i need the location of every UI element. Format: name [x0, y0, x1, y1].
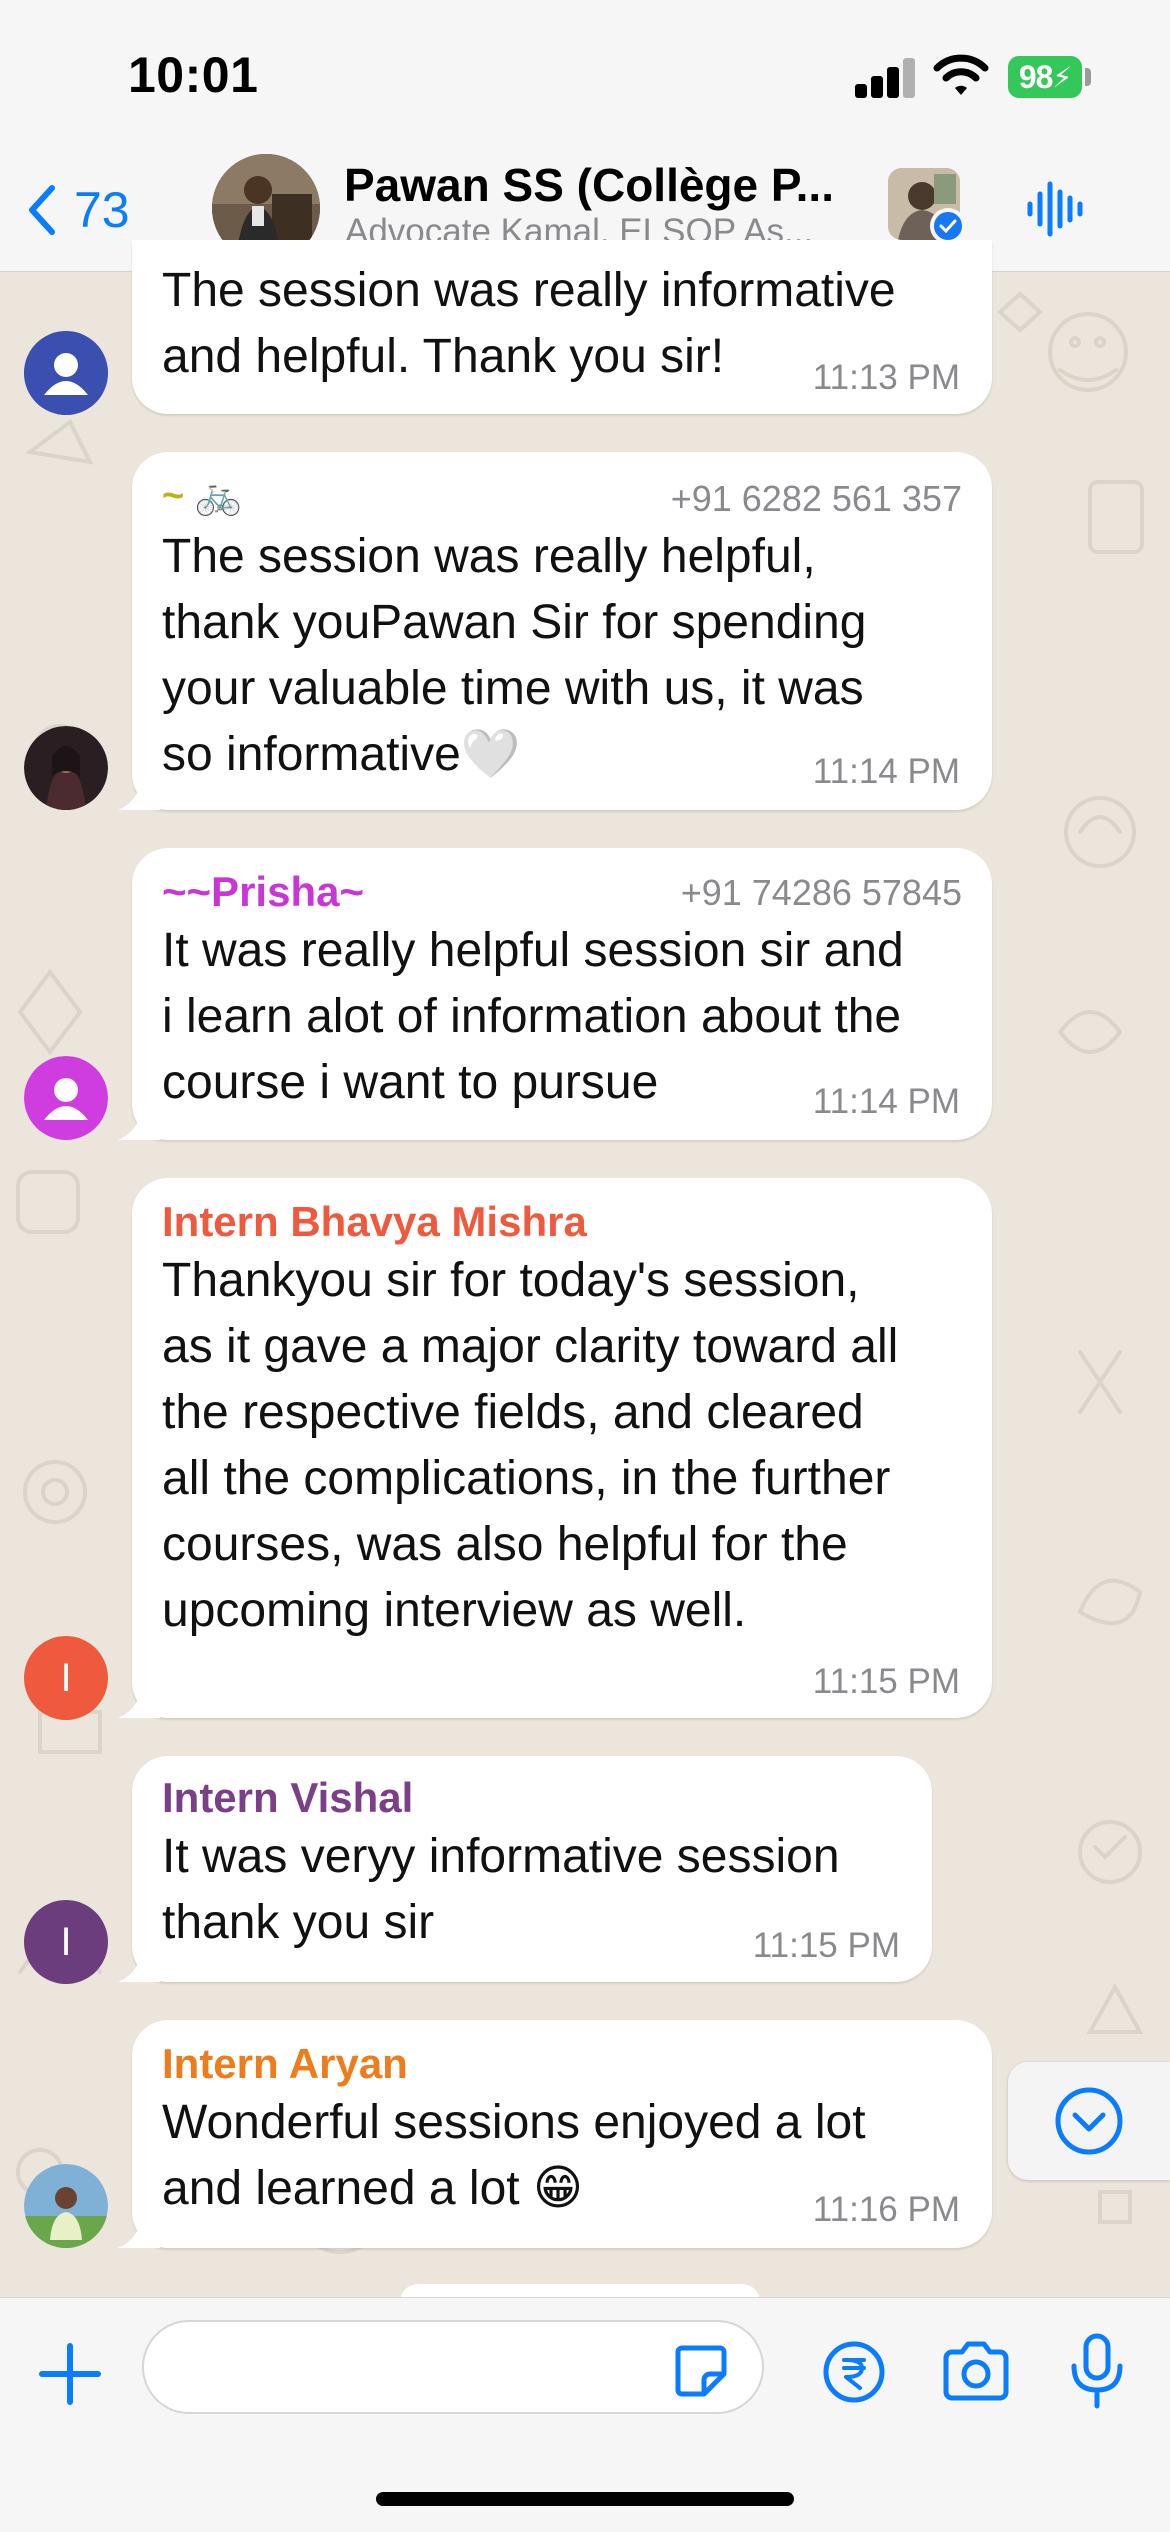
bubble-tail: [118, 1942, 160, 1982]
message-sender[interactable]: ~~Prisha~: [162, 868, 364, 916]
chevron-down-circle-icon: [1055, 2087, 1123, 2155]
unread-count: 73: [74, 182, 130, 238]
sticker-icon[interactable]: [672, 2342, 730, 2400]
cellular-signal-icon: [855, 58, 917, 98]
message-phone: +91 74286 57845: [680, 872, 962, 913]
message-time: 11:14 PM: [812, 752, 960, 791]
message-bubble[interactable]: ~ 🚲 +91 6282 561 357 The session was rea…: [118, 452, 992, 810]
message-bubble[interactable]: The session was really informative and h…: [132, 240, 992, 414]
avatar-initial: I: [60, 1919, 72, 1964]
message-time: 11:15 PM: [752, 1926, 900, 1965]
avatar[interactable]: [24, 1056, 108, 1140]
message-sender[interactable]: Intern Aryan: [162, 2040, 408, 2088]
message-text: Wonderful sessions enjoyed a lot and lea…: [162, 2096, 866, 2215]
avatar[interactable]: I: [24, 1636, 108, 1720]
message-bubble[interactable]: Intern Vishal It was veryy informative s…: [118, 1756, 932, 1982]
message-time: 11:16 PM: [812, 2190, 960, 2229]
battery-cap: [1085, 68, 1091, 86]
message-sender[interactable]: Intern Vishal: [162, 1774, 413, 1822]
avatar[interactable]: [24, 2164, 108, 2248]
microphone-icon[interactable]: [1068, 2332, 1126, 2412]
bubble-tail: [118, 1100, 160, 1140]
charging-icon: ⚡: [1052, 61, 1072, 93]
camera-icon[interactable]: [940, 2340, 1012, 2404]
bubble-tail: [118, 770, 160, 810]
bubble-tail: [118, 2208, 160, 2248]
home-indicator[interactable]: [376, 2492, 794, 2506]
chevron-left-icon: [29, 185, 55, 235]
chat-title[interactable]: Pawan SS (Collège P...: [344, 158, 864, 212]
message-bubble[interactable]: Intern Aryan Wonderful sessions enjoyed …: [118, 2020, 992, 2248]
message-bubble[interactable]: ~~Prisha~ +91 74286 57845 It was really …: [118, 848, 992, 1140]
plus-icon[interactable]: [36, 2340, 104, 2408]
message-time: 11:13 PM: [812, 358, 960, 397]
message-text: The session was really informative and h…: [162, 264, 896, 383]
payment-rupee-icon[interactable]: [822, 2340, 886, 2404]
message-sender[interactable]: Intern Bhavya Mishra: [162, 1198, 587, 1246]
verified-badge-icon: [930, 208, 966, 244]
message-text: It was really helpful session sir and i …: [162, 924, 904, 1109]
status-bar: 10:01 98 ⚡: [0, 0, 1170, 150]
bubble-tail: [118, 1678, 160, 1718]
avatar-initial: I: [60, 1655, 72, 1700]
message-time: 11:14 PM: [812, 1082, 960, 1121]
message-phone: +91 6282 561 357: [670, 478, 962, 519]
message-bubble[interactable]: Intern Bhavya Mishra Thankyou sir for to…: [118, 1178, 992, 1718]
battery-level: 98: [1018, 58, 1054, 95]
status-time: 10:01: [128, 47, 259, 103]
wifi-icon: [933, 54, 989, 95]
back-button[interactable]: 73: [22, 180, 130, 240]
message-input[interactable]: [142, 2320, 764, 2414]
avatar[interactable]: [24, 726, 108, 810]
message-time: 11:15 PM: [812, 1662, 960, 1701]
battery-indicator: 98 ⚡: [1008, 56, 1082, 98]
message-text: Thankyou sir for today's session, as it …: [162, 1254, 899, 1637]
avatar[interactable]: I: [24, 1900, 108, 1984]
message-sender[interactable]: ~ 🚲: [162, 474, 242, 518]
avatar[interactable]: [24, 331, 108, 415]
message-text: It was veryy informative session thank y…: [162, 1830, 840, 1949]
scroll-to-bottom-button[interactable]: [1008, 2062, 1170, 2180]
voice-chat-icon[interactable]: [1024, 176, 1088, 242]
chat-screen: 10:01 98 ⚡ 73 Pawan SS (Collège P... Adv…: [0, 0, 1170, 2532]
message-text: The session was really helpful, thank yo…: [162, 530, 867, 781]
